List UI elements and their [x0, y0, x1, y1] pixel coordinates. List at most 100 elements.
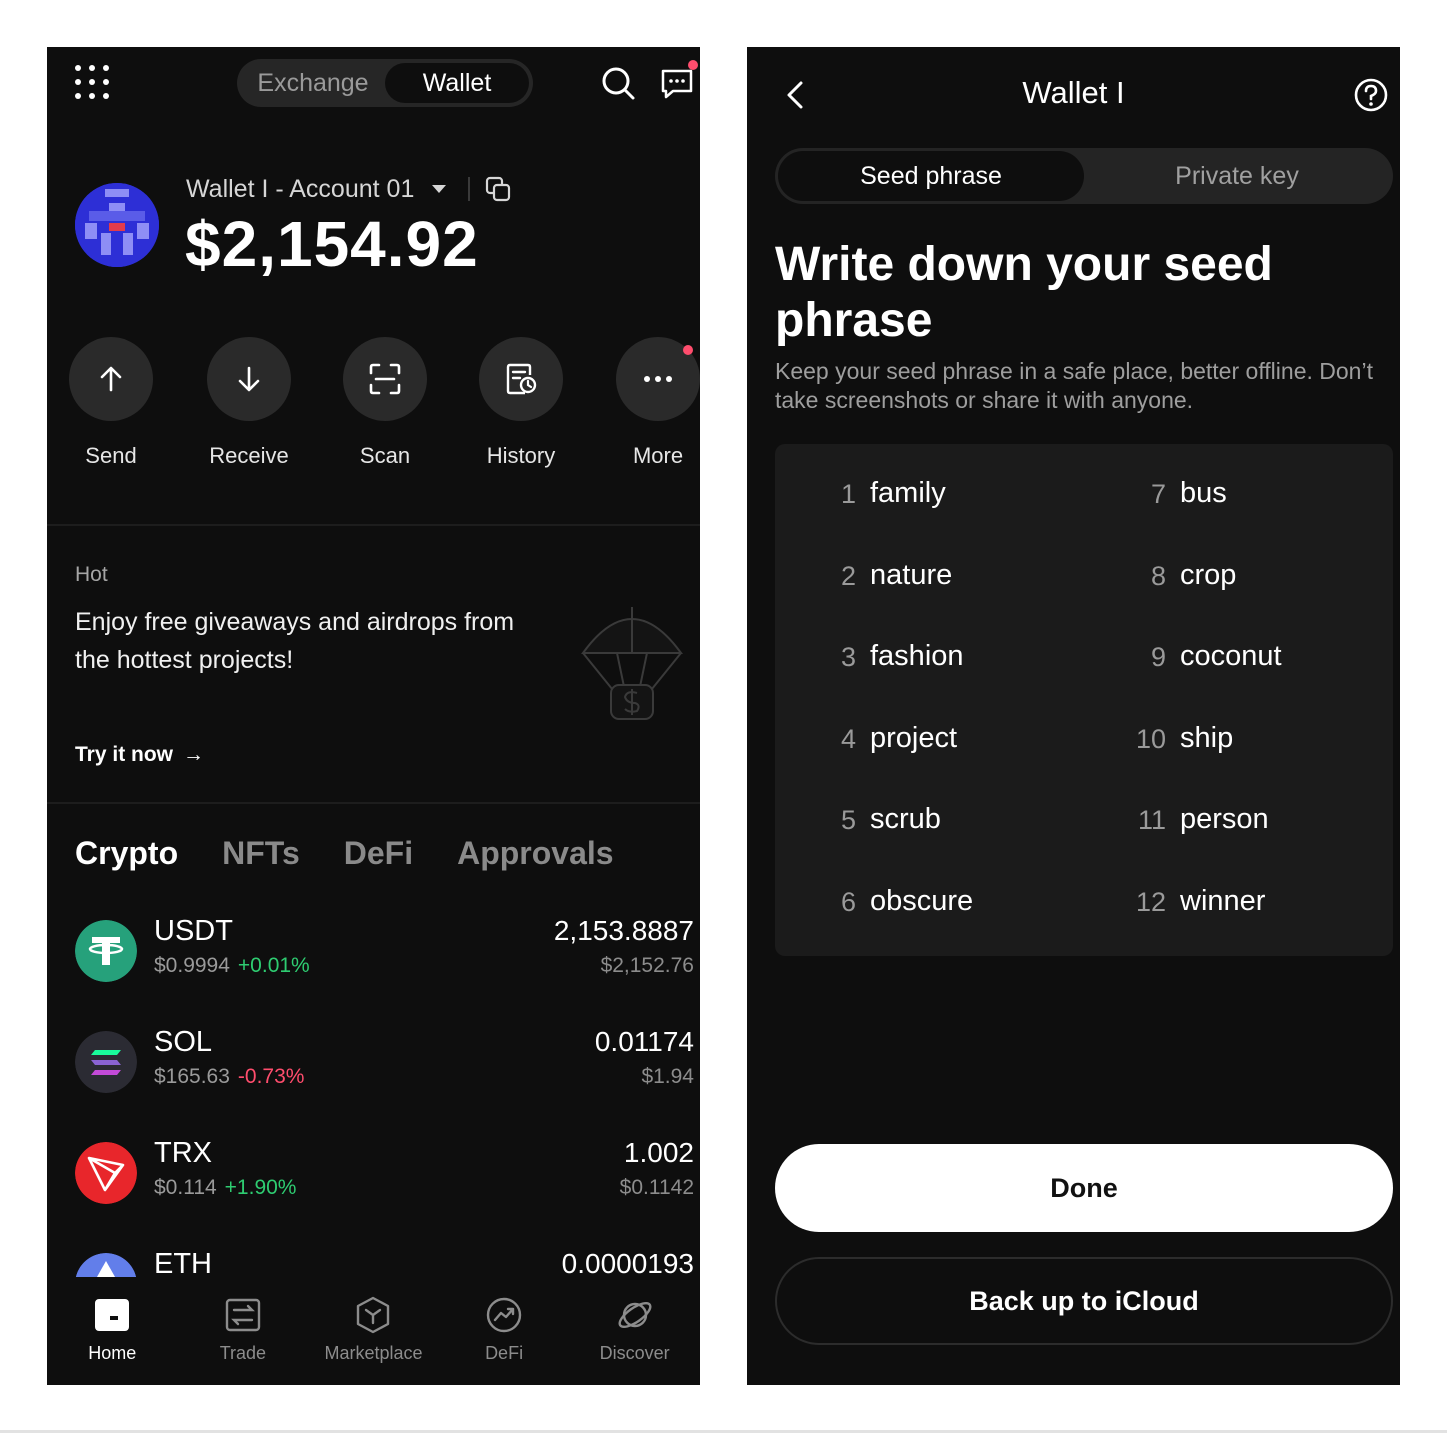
- nav-marketplace-label: Marketplace: [324, 1343, 423, 1363]
- seed-word: 1 family: [841, 477, 946, 517]
- top-bar: Exchange Wallet: [47, 47, 700, 119]
- tab-seed-phrase[interactable]: Seed phrase: [778, 151, 1084, 201]
- seed-word: 8 crop: [1151, 559, 1236, 599]
- quick-actions: Send Receive Scan History More: [47, 337, 700, 477]
- word-number: 10: [1135, 724, 1166, 754]
- nav-defi-label: DeFi: [485, 1343, 524, 1363]
- token-price-value: $0.114: [154, 1176, 217, 1199]
- account-avatar[interactable]: [75, 183, 159, 267]
- tab-nfts[interactable]: NFTs: [222, 835, 300, 872]
- send-button[interactable]: Send: [56, 337, 166, 469]
- word-text: obscure: [870, 885, 974, 917]
- word-number: 8: [1150, 561, 1166, 591]
- seed-word: 2 nature: [841, 559, 952, 599]
- backup-icloud-button[interactable]: Back up to iCloud: [775, 1257, 1393, 1345]
- word-number: 5: [840, 805, 856, 835]
- nav-home[interactable]: Home: [47, 1277, 178, 1385]
- seed-word: 7 bus: [1151, 477, 1227, 517]
- tab-approvals[interactable]: Approvals: [457, 835, 613, 872]
- receive-label: Receive: [209, 443, 289, 468]
- token-price: $0.114 +1.90%: [154, 1176, 296, 1200]
- wallet-home-screen: Exchange Wallet Wallet I - Account 01 $2…: [47, 47, 700, 1385]
- word-text: winner: [1180, 885, 1266, 917]
- nav-marketplace[interactable]: Marketplace: [308, 1277, 439, 1385]
- home-icon: [95, 1299, 130, 1331]
- try-it-now-link[interactable]: Try it now →: [75, 743, 204, 767]
- seed-word: 3 fashion: [841, 640, 964, 680]
- tab-exchange[interactable]: Exchange: [241, 63, 385, 103]
- token-symbol: USDT: [154, 915, 233, 947]
- copy-icon[interactable]: [484, 175, 512, 203]
- promo-text: Enjoy free giveaways and airdrops from t…: [75, 608, 515, 674]
- history-icon: [506, 363, 537, 395]
- word-number: 4: [840, 724, 856, 754]
- more-button[interactable]: More: [603, 337, 700, 469]
- scan-button[interactable]: Scan: [330, 337, 440, 469]
- token-price: $165.63 -0.73%: [154, 1065, 304, 1089]
- help-icon[interactable]: [1353, 77, 1389, 113]
- nav-discover[interactable]: Discover: [569, 1277, 700, 1385]
- page-title: Wallet I: [1022, 75, 1125, 110]
- word-number: 2: [840, 561, 856, 591]
- more-icon: [644, 376, 672, 382]
- token-value: $1.94: [641, 1065, 694, 1088]
- nav-defi[interactable]: DeFi: [439, 1277, 570, 1385]
- token-row-trx[interactable]: TRX $0.114 +1.90% 1.002 $0.1142: [47, 1137, 700, 1220]
- word-text: scrub: [870, 803, 941, 835]
- word-number: 9: [1150, 642, 1166, 672]
- word-text: project: [870, 722, 958, 754]
- token-value: $0.1142: [619, 1176, 694, 1199]
- word-number: 11: [1137, 805, 1166, 835]
- token-price-value: $165.63: [154, 1065, 230, 1088]
- discover-icon: [618, 1301, 652, 1329]
- token-row-usdt[interactable]: USDT $0.9994 +0.01% 2,153.8887 $2,152.76: [47, 915, 700, 998]
- seed-word: 11 person: [1138, 803, 1269, 843]
- section-divider: [47, 802, 700, 804]
- tab-private-key[interactable]: Private key: [1084, 151, 1390, 201]
- sol-icon: [75, 1031, 137, 1093]
- seed-word: 5 scrub: [841, 803, 941, 843]
- word-number: 6: [840, 887, 856, 917]
- word-number: 12: [1135, 887, 1166, 917]
- marketplace-icon: [357, 1296, 390, 1334]
- word-number: 7: [1150, 479, 1166, 509]
- message-icon[interactable]: [659, 65, 695, 101]
- seed-phrase-screen: Wallet I Seed phrase Private key Write d…: [747, 47, 1400, 1385]
- word-number: 3: [840, 642, 856, 672]
- arrow-right-icon: →: [183, 743, 205, 766]
- account-name: Wallet I - Account 01: [186, 174, 415, 203]
- history-button[interactable]: History: [466, 337, 576, 469]
- tab-crypto[interactable]: Crypto: [75, 835, 178, 872]
- asset-tabs: Crypto NFTs DeFi Approvals: [75, 835, 614, 872]
- nav-discover-label: Discover: [599, 1343, 670, 1363]
- arrow-up-icon: [100, 366, 122, 392]
- search-icon[interactable]: [600, 65, 636, 101]
- scan-label: Scan: [359, 443, 411, 468]
- done-button[interactable]: Done: [775, 1144, 1393, 1232]
- more-notification-dot: [683, 345, 693, 355]
- token-symbol: SOL: [154, 1026, 213, 1058]
- defi-icon: [486, 1297, 522, 1333]
- nav-trade[interactable]: Trade: [178, 1277, 309, 1385]
- tab-defi[interactable]: DeFi: [344, 835, 413, 872]
- token-change: +0.01%: [237, 954, 310, 977]
- token-row-sol[interactable]: SOL $165.63 -0.73% 0.01174 $1.94: [47, 1026, 700, 1109]
- account-selector[interactable]: Wallet I - Account 01: [186, 171, 512, 207]
- receive-button[interactable]: Receive: [194, 337, 304, 469]
- message-notification-dot: [688, 60, 698, 70]
- usdt-icon: [75, 920, 137, 982]
- word-text: family: [870, 477, 946, 509]
- chevron-down-icon: [432, 185, 447, 193]
- arrow-down-icon: [238, 366, 260, 392]
- tab-wallet[interactable]: Wallet: [385, 63, 529, 103]
- bottom-navigation: Home Trade Marketplace DeFi Discover: [47, 1277, 700, 1385]
- apps-grid-icon[interactable]: [75, 65, 111, 101]
- token-amount: 0.01174: [594, 1026, 694, 1057]
- word-text: coconut: [1180, 640, 1282, 672]
- send-label: Send: [85, 443, 137, 468]
- token-change: +1.90%: [224, 1176, 297, 1199]
- token-value: $2,152.76: [600, 954, 694, 977]
- seed-word: 4 project: [841, 722, 958, 762]
- seed-word-grid: 1 family 2 nature 3 fashion 4 project 5 scrub…: [775, 444, 1393, 956]
- token-symbol: TRX: [154, 1137, 212, 1169]
